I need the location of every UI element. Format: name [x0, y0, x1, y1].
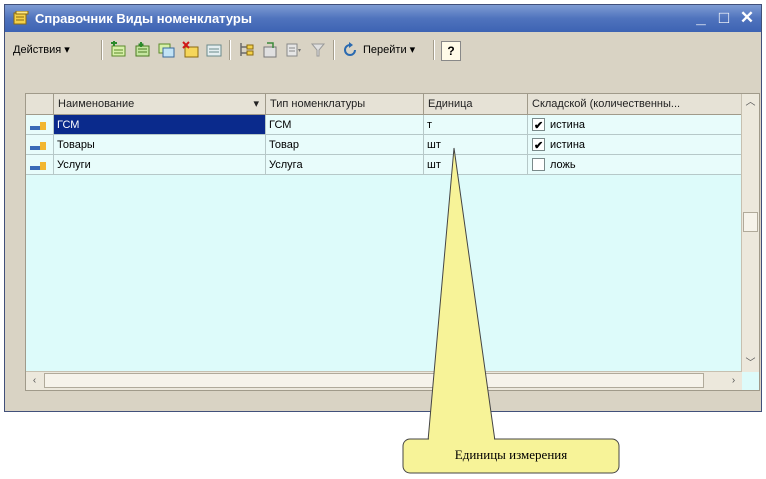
- cell-name[interactable]: ГСМ: [54, 115, 266, 135]
- toolbar-separator: [433, 40, 435, 60]
- row-marker: [26, 155, 54, 175]
- goto-dropdown-icon: ▾: [409, 44, 416, 56]
- element-icon: [30, 142, 46, 150]
- scroll-up-button[interactable]: ︿: [742, 94, 759, 111]
- vertical-scrollbar[interactable]: ︿ ﹀: [741, 94, 759, 372]
- cell-stock[interactable]: ложь: [528, 155, 742, 175]
- window-title: Справочник Виды номенклатуры: [35, 11, 252, 26]
- sort-indicator-icon: ▾: [253, 98, 259, 110]
- cell-name[interactable]: Товары: [54, 135, 266, 155]
- actions-menu-button[interactable]: Действия ▾: [13, 39, 70, 61]
- cell-stock[interactable]: ✔ истина: [528, 115, 742, 135]
- horizontal-scrollbar[interactable]: ‹ ›: [26, 371, 742, 390]
- stock-value: ложь: [550, 159, 576, 171]
- table-row[interactable]: ГСМ ГСМ т ✔ истина: [26, 115, 742, 135]
- table-row[interactable]: Товары Товар шт ✔ истина: [26, 135, 742, 155]
- column-header-type[interactable]: Тип номенклатуры: [266, 94, 424, 114]
- cell-type[interactable]: Товар: [266, 135, 424, 155]
- column-header-unit[interactable]: Единица: [424, 94, 528, 114]
- column-label: Наименование: [58, 98, 135, 110]
- maximize-button[interactable]: □: [714, 8, 734, 28]
- toolbar-separator: [101, 40, 103, 60]
- cell-type[interactable]: Услуга: [266, 155, 424, 175]
- vertical-scroll-thumb[interactable]: [743, 212, 758, 232]
- cell-stock[interactable]: ✔ истина: [528, 135, 742, 155]
- cell-unit[interactable]: шт: [424, 135, 528, 155]
- add-group-icon[interactable]: [133, 41, 151, 59]
- filter-icon[interactable]: [285, 41, 303, 59]
- scroll-left-button[interactable]: ‹: [26, 372, 43, 389]
- table-header: Наименование ▾ Тип номенклатуры Единица …: [26, 94, 742, 115]
- title-bar[interactable]: Справочник Виды номенклатуры _ □ ✕: [5, 5, 761, 32]
- checkbox-checked-icon[interactable]: ✔: [532, 138, 545, 152]
- move-to-group-icon[interactable]: [261, 41, 279, 59]
- cell-type[interactable]: ГСМ: [266, 115, 424, 135]
- goto-menu-button[interactable]: Перейти ▾: [363, 39, 415, 61]
- table-row[interactable]: Услуги Услуга шт ложь: [26, 155, 742, 175]
- goto-label: Перейти: [363, 44, 407, 56]
- checkbox-checked-icon[interactable]: ✔: [532, 118, 545, 132]
- checkbox-unchecked-icon[interactable]: [532, 158, 545, 171]
- minimize-button[interactable]: _: [691, 8, 711, 28]
- callout-label: Единицы измерения: [454, 447, 568, 462]
- add-icon[interactable]: [109, 41, 127, 59]
- column-header-name[interactable]: Наименование ▾: [54, 94, 266, 114]
- row-marker: [26, 135, 54, 155]
- element-icon: [30, 122, 46, 130]
- cell-unit[interactable]: шт: [424, 155, 528, 175]
- toolbar: Действия ▾ Перейти ▾ ?: [11, 37, 755, 63]
- element-icon: [30, 162, 46, 170]
- toolbar-separator: [229, 40, 231, 60]
- actions-dropdown-icon: ▾: [64, 44, 70, 56]
- stock-value: истина: [550, 139, 586, 151]
- refresh-icon[interactable]: [341, 41, 359, 59]
- header-marker-column: [26, 94, 54, 114]
- row-marker: [26, 115, 54, 135]
- check-mark-icon: ✔: [534, 120, 544, 132]
- cell-unit[interactable]: т: [424, 115, 528, 135]
- catalog-table[interactable]: Наименование ▾ Тип номенклатуры Единица …: [25, 93, 760, 391]
- stock-value: истина: [550, 119, 586, 131]
- catalog-icon: [13, 11, 29, 25]
- horizontal-scroll-thumb[interactable]: [44, 373, 704, 388]
- delete-icon[interactable]: [181, 41, 199, 59]
- actions-label: Действия: [13, 44, 62, 56]
- cell-name[interactable]: Услуги: [54, 155, 266, 175]
- help-button[interactable]: ?: [441, 41, 461, 61]
- cancel-filter-icon[interactable]: [309, 41, 327, 59]
- toolbar-separator: [333, 40, 335, 60]
- hierarchy-icon[interactable]: [237, 41, 255, 59]
- check-mark-icon: ✔: [534, 140, 544, 152]
- scroll-down-button[interactable]: ﹀: [742, 355, 759, 372]
- edit-icon[interactable]: [205, 41, 223, 59]
- scroll-right-button[interactable]: ›: [725, 372, 742, 389]
- copy-icon[interactable]: [157, 41, 175, 59]
- catalog-window: Справочник Виды номенклатуры _ □ ✕ Дейст…: [4, 4, 762, 412]
- close-button[interactable]: ✕: [737, 8, 757, 28]
- column-header-stock[interactable]: Складской (количественны...: [528, 94, 742, 114]
